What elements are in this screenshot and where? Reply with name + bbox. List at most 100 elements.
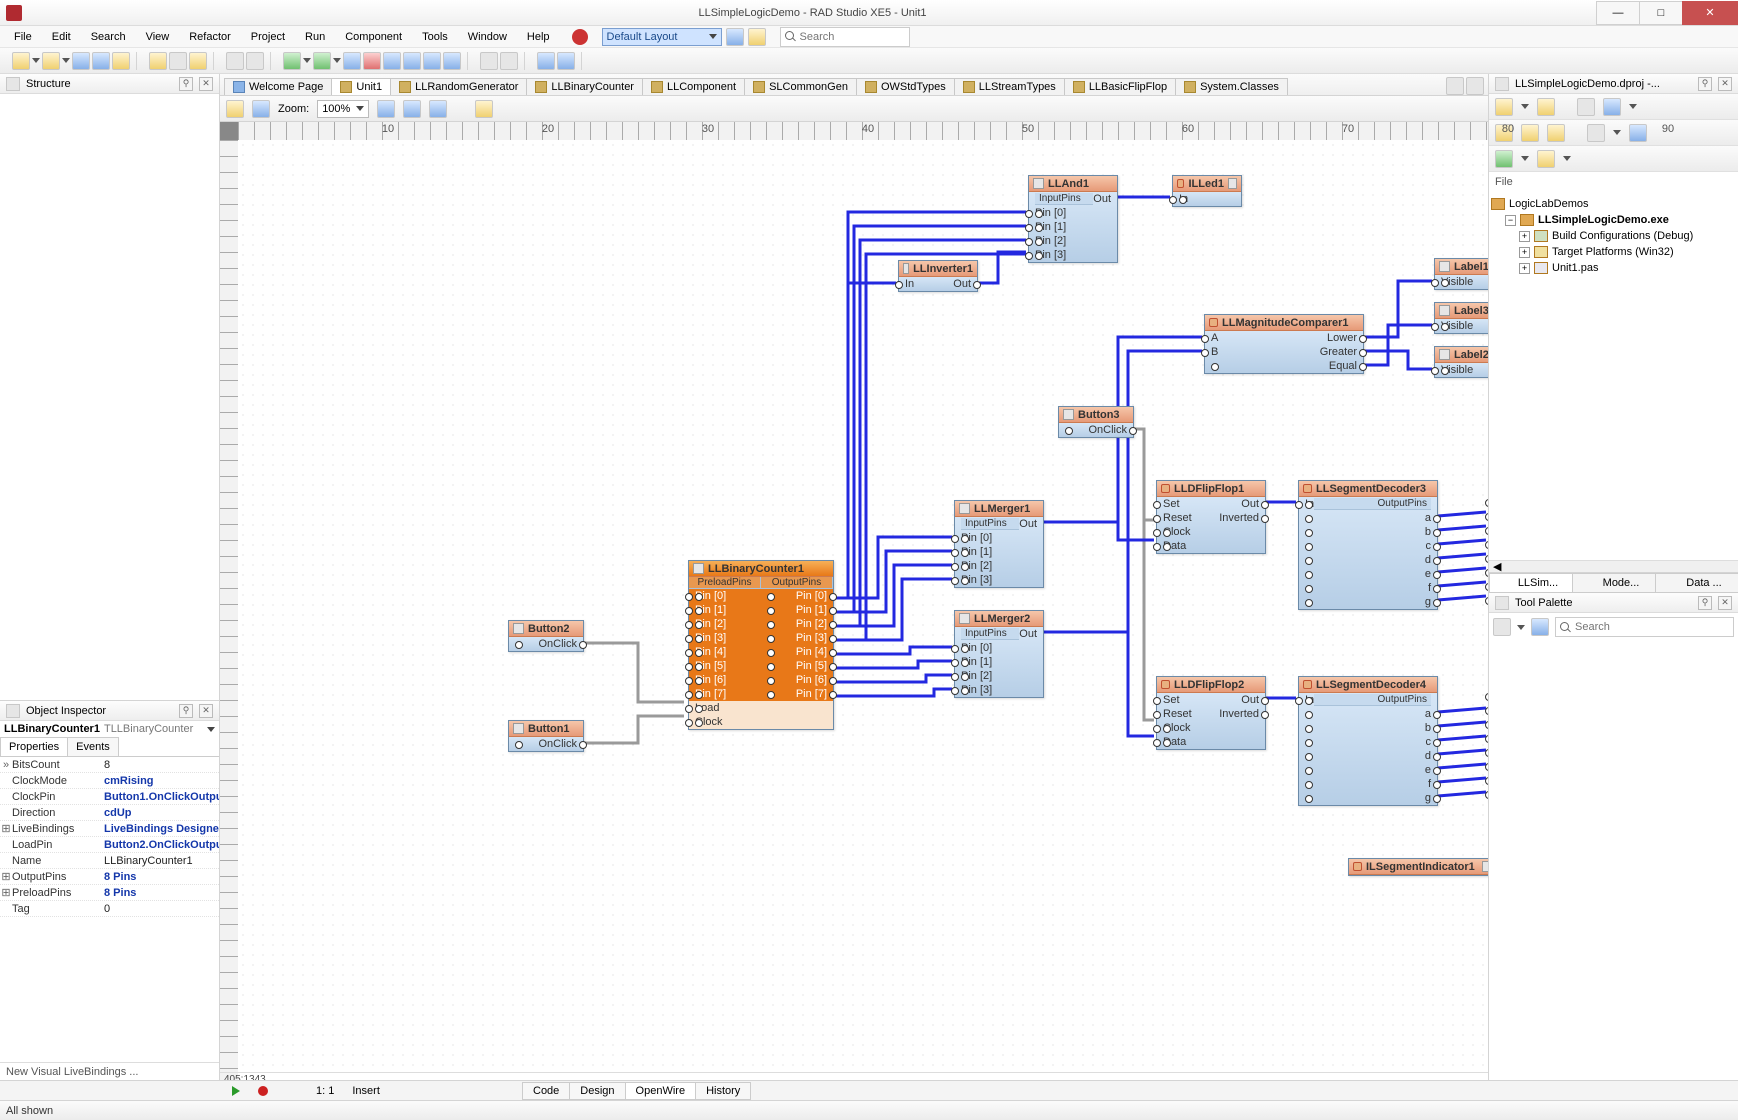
node-label2[interactable]: Label2 Visible: [1434, 346, 1488, 378]
tool-stop[interactable]: [363, 52, 381, 70]
node-and1[interactable]: LLAnd1 InputPinsOut Pin [0]Pin [1]Pin [2…: [1028, 175, 1118, 263]
palette-search[interactable]: [1555, 617, 1734, 637]
tool-misc2[interactable]: [557, 52, 575, 70]
node-magnitude-comparer[interactable]: LLMagnitudeComparer1 ALower BGreater Equ…: [1204, 314, 1364, 374]
file-tab[interactable]: LLBinaryCounter: [526, 78, 643, 95]
minimize-button[interactable]: —: [1596, 1, 1640, 25]
property-row[interactable]: Tag0: [0, 901, 219, 917]
node-segment-decoder4[interactable]: LLSegmentDecoder4 InOutputPins abcdefg: [1298, 676, 1438, 806]
tool-step-out[interactable]: [423, 52, 441, 70]
file-tab[interactable]: LLRandomGenerator: [390, 78, 527, 95]
pm-btn1[interactable]: [1495, 98, 1513, 116]
property-row[interactable]: ⊞LiveBindingsLiveBindings Designer: [0, 821, 219, 837]
tool-project-options[interactable]: [189, 52, 207, 70]
property-row[interactable]: ClockPinButton1.OnClickOutputPin: [0, 789, 219, 805]
property-grid[interactable]: »BitsCount8ClockModecmRisingClockPinButt…: [0, 757, 219, 1062]
pin-icon[interactable]: ⚲: [179, 704, 193, 718]
file-tab[interactable]: Unit1: [331, 78, 391, 95]
node-dflipflop2[interactable]: LLDFlipFlop2 SetOut ResetInverted Clock …: [1156, 676, 1266, 750]
close-pane-icon[interactable]: ✕: [199, 77, 213, 91]
pm-btn4[interactable]: [1603, 98, 1621, 116]
pin-icon[interactable]: ⚲: [1698, 77, 1712, 91]
menu-refactor[interactable]: Refactor: [181, 29, 239, 45]
node-inverter[interactable]: LLInverter1 InOut: [898, 260, 978, 292]
tool-open-project[interactable]: [112, 52, 130, 70]
tool-add-folder[interactable]: [149, 52, 167, 70]
node-dflipflop1[interactable]: LLDFlipFlop1 SetOut ResetInverted Clock …: [1156, 480, 1266, 554]
close-pane-icon[interactable]: ✕: [199, 704, 213, 718]
menu-project[interactable]: Project: [243, 29, 293, 45]
file-tab[interactable]: LLComponent: [642, 78, 745, 95]
pm-btn2[interactable]: [1537, 98, 1555, 116]
tool-redo[interactable]: [246, 52, 264, 70]
node-segment-indicator1[interactable]: ILSegmentIndicator1: [1348, 858, 1488, 876]
tool-undo[interactable]: [226, 52, 244, 70]
livebindings-link[interactable]: New Visual LiveBindings ...: [0, 1062, 219, 1081]
rtab-2[interactable]: Mode...: [1572, 573, 1656, 592]
palette-pointer-icon[interactable]: [1531, 618, 1549, 636]
menu-search[interactable]: Search: [83, 29, 134, 45]
close-pane-icon[interactable]: ✕: [1718, 596, 1732, 610]
design-canvas[interactable]: Button2 OnClick Button1 OnClick Button3 …: [238, 140, 1488, 1072]
pm-btn3[interactable]: [1577, 98, 1595, 116]
view-tab-design[interactable]: Design: [569, 1082, 625, 1100]
tool-pause[interactable]: [343, 52, 361, 70]
node-label3[interactable]: Label3 Visible: [1434, 302, 1488, 334]
property-row[interactable]: ClockModecmRising: [0, 773, 219, 789]
tool-step-into[interactable]: [403, 52, 421, 70]
pm-view1[interactable]: [1587, 124, 1605, 142]
view-tab-history[interactable]: History: [695, 1082, 751, 1100]
property-row[interactable]: ⊞OutputPins8 Pins: [0, 869, 219, 885]
menu-tools[interactable]: Tools: [414, 29, 456, 45]
tool-run-to[interactable]: [443, 52, 461, 70]
pm-sort3[interactable]: [1547, 124, 1565, 142]
menu-file[interactable]: File: [6, 29, 40, 45]
tool-save-all[interactable]: [92, 52, 110, 70]
tab-events[interactable]: Events: [67, 737, 119, 756]
property-row[interactable]: NameLLBinaryCounter1: [0, 853, 219, 869]
file-tab[interactable]: OWStdTypes: [856, 78, 955, 95]
close-button[interactable]: ✕: [1682, 1, 1738, 25]
layout-save-icon[interactable]: [726, 28, 744, 46]
node-segment-decoder3[interactable]: LLSegmentDecoder3 InOutputPins abcdefg: [1298, 480, 1438, 610]
macro-record-icon[interactable]: [258, 1086, 268, 1096]
node-led1[interactable]: ILLed1 In: [1172, 175, 1242, 207]
property-row[interactable]: LoadPinButton2.OnClickOutputPin: [0, 837, 219, 853]
inspector-object-selector[interactable]: LLBinaryCounter1 TLLBinaryCounter: [0, 721, 219, 737]
palette-category-icon[interactable]: [1493, 618, 1511, 636]
zoom-in-icon[interactable]: [377, 100, 395, 118]
rtab-1[interactable]: LLSim...: [1489, 573, 1573, 592]
property-row[interactable]: ⊞PreloadPins8 Pins: [0, 885, 219, 901]
close-pane-icon[interactable]: ✕: [1718, 77, 1732, 91]
menu-window[interactable]: Window: [460, 29, 515, 45]
menu-run[interactable]: Run: [297, 29, 333, 45]
tool-nav-fwd[interactable]: [500, 52, 518, 70]
tool-nav-back[interactable]: [480, 52, 498, 70]
maximize-button[interactable]: □: [1639, 1, 1683, 25]
node-button2[interactable]: Button2 OnClick: [508, 620, 584, 652]
view-tab-code[interactable]: Code: [522, 1082, 570, 1100]
zoom-fit-icon[interactable]: [429, 100, 447, 118]
zoom-combo[interactable]: 100%: [317, 100, 369, 118]
file-tab[interactable]: LLStreamTypes: [954, 78, 1065, 95]
tool-misc1[interactable]: [537, 52, 555, 70]
rtab-3[interactable]: Data ...: [1655, 573, 1738, 592]
view-tab-openwire[interactable]: OpenWire: [625, 1082, 697, 1100]
tool-save[interactable]: [72, 52, 90, 70]
menu-edit[interactable]: Edit: [44, 29, 79, 45]
node-button1[interactable]: Button1 OnClick: [508, 720, 584, 752]
ide-search-input[interactable]: [800, 31, 900, 43]
pm-filter2[interactable]: [1537, 150, 1555, 168]
file-tab[interactable]: System.Classes: [1175, 78, 1288, 95]
pm-filter1[interactable]: [1495, 150, 1513, 168]
file-tab[interactable]: SLCommonGen: [744, 78, 857, 95]
tabs-overflow-icon[interactable]: [1446, 77, 1464, 95]
tool-remove[interactable]: [169, 52, 187, 70]
palette-search-input[interactable]: [1575, 621, 1675, 633]
pin-icon[interactable]: ⚲: [1698, 596, 1712, 610]
menu-help[interactable]: Help: [519, 29, 558, 45]
property-row[interactable]: DirectioncdUp: [0, 805, 219, 821]
project-tree[interactable]: LogicLabDemos −LLSimpleLogicDemo.exe +Bu…: [1489, 192, 1738, 280]
file-tab[interactable]: Welcome Page: [224, 78, 332, 95]
tool-run-nodebug[interactable]: [313, 52, 331, 70]
